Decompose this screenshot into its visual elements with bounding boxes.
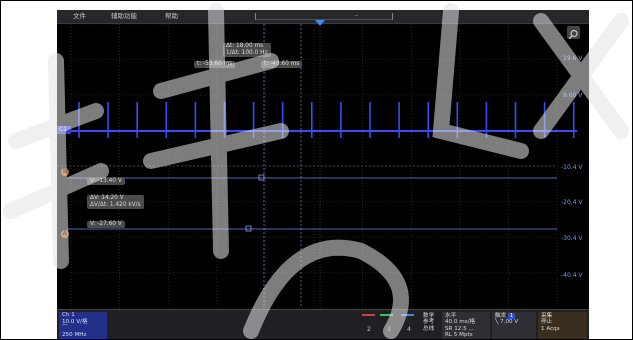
waveform-pulses xyxy=(78,102,575,138)
channel-4-color xyxy=(401,314,414,316)
delta-v-value: ΔV: 14.20 V xyxy=(90,195,124,201)
vscale-label: -30.4 V xyxy=(561,235,583,242)
cursor-handle-a[interactable] xyxy=(258,174,265,181)
cursor-2-time: t: -43.60 ms xyxy=(261,61,303,68)
channel-1-settings[interactable]: Ch 1 10.0 V/格 ⌒ 250 MHz xyxy=(59,312,107,339)
vscale-label: -10.4 V xyxy=(561,164,583,171)
channel-1-marker[interactable]: C1 xyxy=(57,126,71,134)
cursor-a-marker[interactable]: A xyxy=(61,230,69,238)
vscale-label: -20.4 V xyxy=(561,199,583,206)
delta-v-readout: ΔV: 14.20 V ΔV/Δt: 1.420 kV/s xyxy=(87,195,144,209)
channel-4-button[interactable]: 4 xyxy=(407,326,411,333)
trigger-settings[interactable]: 触发 1 ╲ 7.00 V xyxy=(492,312,536,339)
vscale-label: 9.60 V xyxy=(563,92,583,99)
channel-3-color xyxy=(380,314,393,316)
cursor-a-voltage: V: -13.40 V xyxy=(87,178,125,185)
trigger-position-icon[interactable] xyxy=(315,20,325,26)
channel-2-color xyxy=(362,314,375,316)
delta-t-readout: Δt: 18.00 ms 1/Δt: 100.0 Hz xyxy=(223,43,271,57)
channel-bandwidth: 250 MHz xyxy=(62,331,87,338)
acquisition-settings[interactable]: 采集 停止 1 Acqs xyxy=(538,312,587,339)
screenshot-frame: 文件 辅助功能 帮助 – Δt: 18.00 ms 1/Δt: 100.0 Hz… xyxy=(0,0,633,340)
vscale-label: 19.6 V xyxy=(563,55,583,62)
cursor-handle-b[interactable] xyxy=(245,225,252,232)
channel-3-button[interactable]: 3 xyxy=(387,326,391,333)
horizontal-settings[interactable]: 水平 40.0 ms/格 SR 12.5 ... RL 5 Mpts xyxy=(442,312,490,339)
status-bar: Ch 1 10.0 V/格 ⌒ 250 MHz 2 3 4 数学 参考 总线 水… xyxy=(57,309,589,339)
trigger-slope-icon: ╲ xyxy=(495,319,499,326)
zoom-icon[interactable] xyxy=(567,26,580,40)
cursor-b-voltage: V: -27.60 V xyxy=(87,221,125,228)
cursor-b-marker[interactable]: B xyxy=(61,168,69,176)
dv-dt-value: ΔV/Δt: 1.420 kV/s xyxy=(90,202,141,208)
channel-2-button[interactable]: 2 xyxy=(367,326,371,333)
trigger-level: 7.00 V xyxy=(500,319,519,326)
acquisition-count: 1 Acqs xyxy=(541,325,560,332)
vscale-label: -40.4 V xyxy=(561,272,583,279)
delta-t-value: Δt: 18.00 ms xyxy=(226,43,264,49)
cursor-1-time: t: -53.60 ms xyxy=(194,61,236,68)
record-length: RL 5 Mpts xyxy=(445,332,473,339)
inverse-delta-t-value: 1/Δt: 100.0 Hz xyxy=(226,50,268,56)
waveform-graticule[interactable] xyxy=(57,10,589,310)
oscilloscope-display: 文件 辅助功能 帮助 – Δt: 18.00 ms 1/Δt: 100.0 Hz… xyxy=(57,10,589,339)
